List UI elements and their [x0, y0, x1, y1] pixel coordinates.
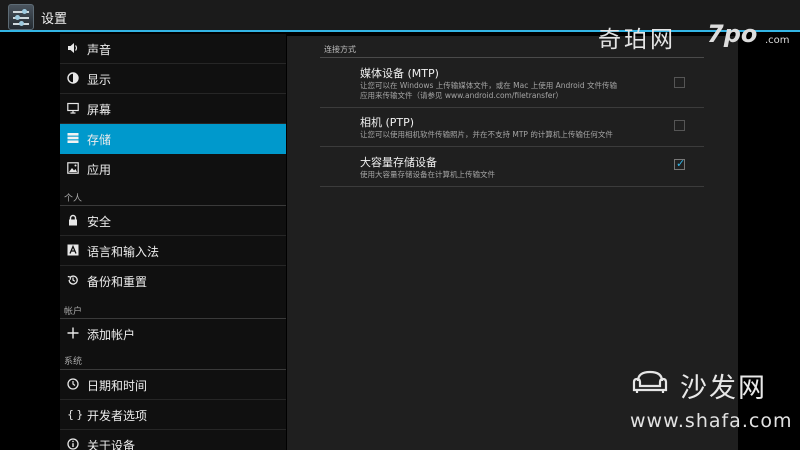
settings-sidebar: 声音 显示 屏幕 存储 应用 个人 安全 语言和输入法 备份和重置 帐户 添加帐… [60, 34, 286, 450]
clock-icon [67, 378, 79, 391]
sidebar-item-sound[interactable]: 声音 [60, 34, 286, 64]
sidebar-item-display[interactable]: 显示 [60, 64, 286, 94]
sidebar-item-date-time[interactable]: 日期和时间 [60, 370, 286, 400]
braces-icon: { } [67, 408, 84, 421]
language-icon [67, 244, 79, 257]
divider [320, 107, 704, 108]
mass-storage-checkbox[interactable]: ✓ [674, 157, 686, 170]
speaker-icon [67, 42, 79, 55]
divider [320, 57, 704, 58]
storage-icon [67, 132, 79, 145]
storage-usb-panel: 连接方式 媒体设备 (MTP) 让您可以在 Windows 上传输媒体文件，或在… [287, 36, 738, 450]
slider-knob-2 [15, 15, 20, 20]
option-summary: 使用大容量存储设备在计算机上传输文件 [360, 170, 690, 180]
sidebar-item-language[interactable]: 语言和输入法 [60, 236, 286, 266]
sidebar-item-screen[interactable]: 屏幕 [60, 94, 286, 124]
sofa-icon [632, 370, 668, 393]
page-title: 设置 [41, 12, 68, 27]
settings-app-icon[interactable] [8, 4, 34, 30]
option-mtp[interactable]: 媒体设备 (MTP) 让您可以在 Windows 上传输媒体文件，或在 Mac … [320, 65, 704, 108]
option-summary: 让您可以使用相机软件传输照片，并在不支持 MTP 的计算机上传输任何文件 [360, 130, 690, 140]
sidebar-item-label: 开发者选项 [87, 409, 148, 423]
action-bar: 设置 [0, 0, 800, 32]
sidebar-item-label: 关于设备 [87, 439, 136, 450]
divider [320, 146, 704, 147]
info-icon [67, 438, 79, 450]
sidebar-item-label: 语言和输入法 [87, 245, 160, 259]
sidebar-item-storage[interactable]: 存储 [60, 124, 286, 154]
sidebar-item-developer[interactable]: { } 开发者选项 [60, 400, 286, 430]
plus-icon [67, 327, 79, 340]
checkmark-icon: ✓ [676, 157, 686, 170]
watermark-com: .com [765, 35, 790, 46]
option-title: 相机 (PTP) [360, 116, 415, 129]
divider [320, 186, 704, 187]
sidebar-item-label: 显示 [87, 73, 112, 87]
sidebar-item-apps[interactable]: 应用 [60, 154, 286, 184]
sidebar-item-label: 声音 [87, 43, 112, 57]
sidebar-item-label: 添加帐户 [87, 328, 136, 342]
watermark-shafa-url: www.shafa.com [630, 410, 793, 432]
watermark-7po-logo: 7po [707, 20, 758, 48]
section-header-system: 系统 [64, 357, 83, 367]
option-ptp[interactable]: 相机 (PTP) 让您可以使用相机软件传输照片，并在不支持 MTP 的计算机上传… [320, 114, 704, 147]
watermark-qipo: 奇珀网 [598, 27, 676, 53]
slider-knob-1 [22, 9, 27, 14]
sidebar-item-backup[interactable]: 备份和重置 [60, 266, 286, 296]
option-title: 媒体设备 (MTP) [360, 67, 439, 80]
slider-knob-3 [19, 21, 24, 26]
backup-icon [67, 274, 79, 287]
section-header-accounts: 帐户 [64, 307, 83, 317]
option-mass-storage[interactable]: 大容量存储设备 使用大容量存储设备在计算机上传输文件 ✓ [320, 154, 704, 187]
sidebar-item-label: 安全 [87, 215, 112, 229]
sidebar-item-about[interactable]: 关于设备 [60, 430, 286, 450]
option-summary-line: 应用来传输文件（请参见 www.android.com/filetransfer… [360, 91, 563, 100]
sidebar-item-label: 应用 [87, 163, 112, 177]
section-header-personal: 个人 [64, 194, 83, 204]
sidebar-item-label: 存储 [87, 133, 112, 147]
sidebar-item-label: 备份和重置 [87, 275, 148, 289]
section-title-connection: 连接方式 [324, 45, 356, 54]
option-summary-line: 让您可以在 Windows 上传输媒体文件，或在 Mac 上使用 Android… [360, 81, 617, 90]
brightness-icon [67, 72, 79, 85]
sidebar-item-add-account[interactable]: 添加帐户 [60, 319, 286, 349]
option-summary-line: 让您可以使用相机软件传输照片，并在不支持 MTP 的计算机上传输任何文件 [360, 130, 613, 139]
option-summary-line: 使用大容量存储设备在计算机上传输文件 [360, 170, 495, 179]
mtp-checkbox[interactable] [674, 77, 685, 88]
lock-icon [67, 214, 79, 227]
sidebar-item-security[interactable]: 安全 [60, 206, 286, 236]
watermark-shafa: 沙发网 [680, 373, 767, 404]
sidebar-item-label: 屏幕 [87, 103, 112, 117]
apps-icon [67, 162, 79, 175]
option-title: 大容量存储设备 [360, 156, 437, 169]
option-summary: 让您可以在 Windows 上传输媒体文件，或在 Mac 上使用 Android… [360, 81, 690, 101]
monitor-icon [67, 102, 79, 115]
ptp-checkbox[interactable] [674, 120, 685, 131]
sidebar-item-label: 日期和时间 [87, 379, 148, 393]
